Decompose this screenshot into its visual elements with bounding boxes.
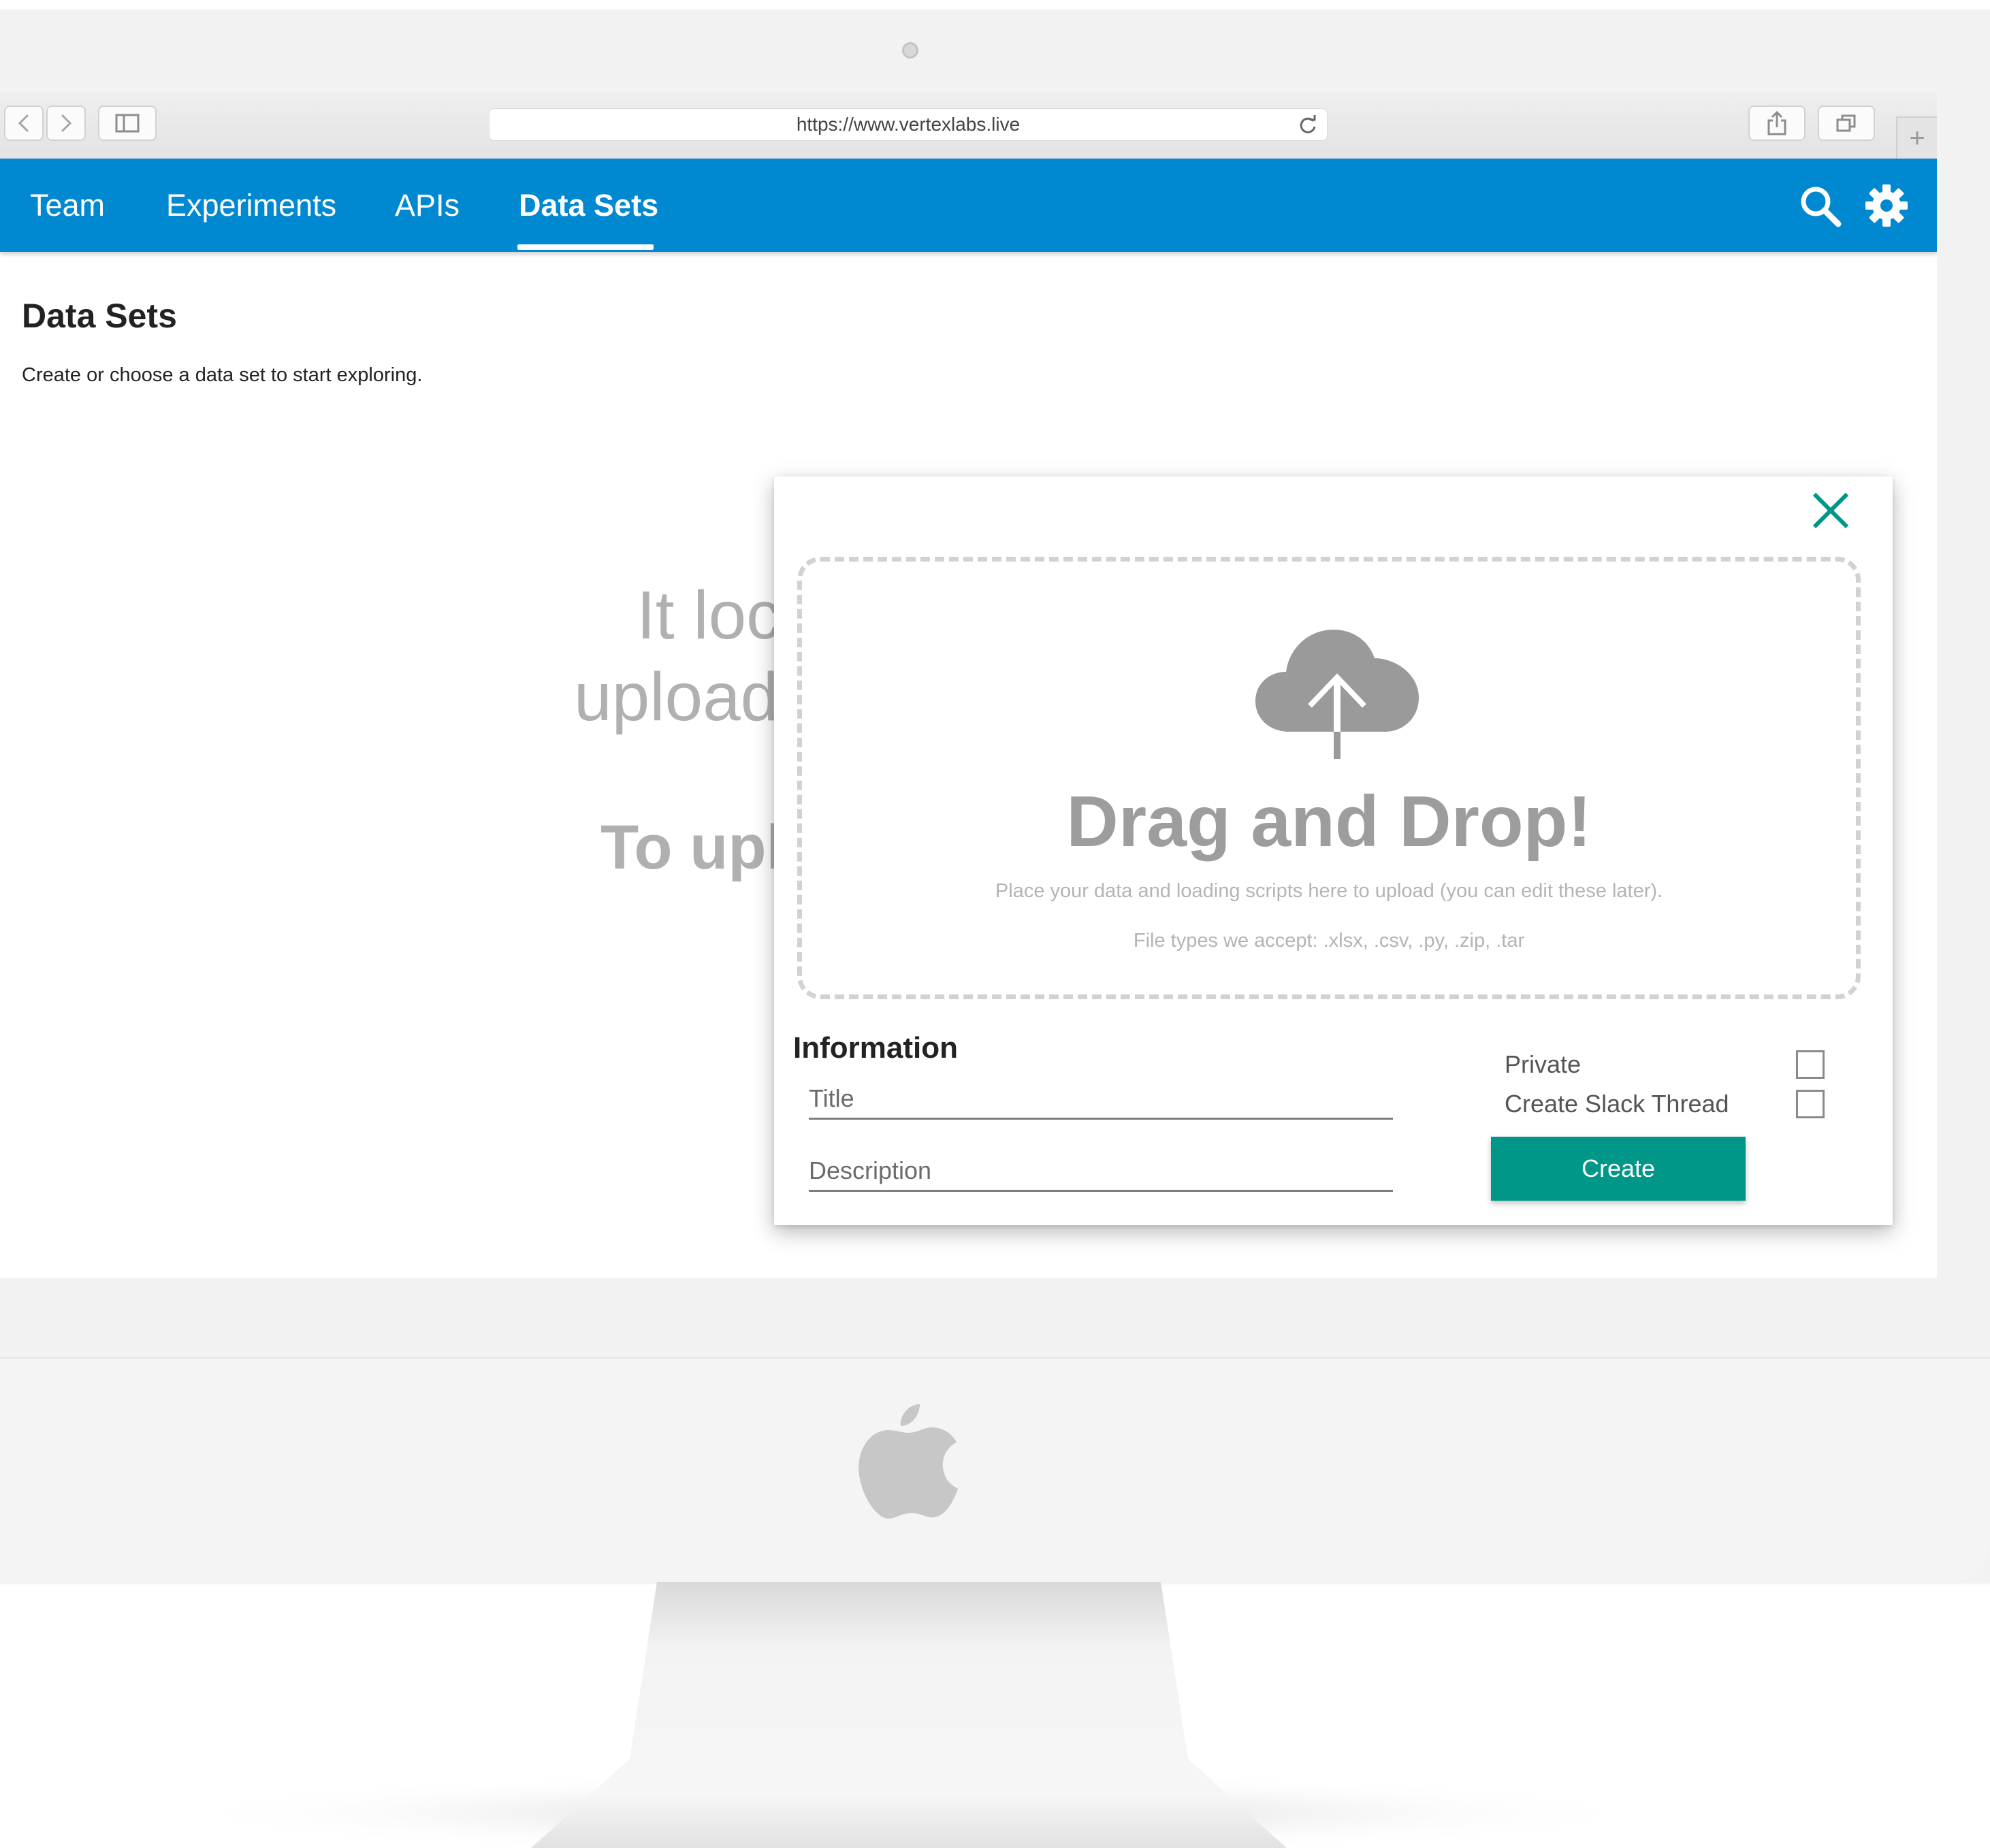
private-checkbox[interactable] xyxy=(1796,1050,1825,1079)
forward-button[interactable] xyxy=(46,106,86,141)
back-icon xyxy=(18,114,29,133)
dropzone-heading: Drag and Drop! xyxy=(1066,781,1592,862)
create-button[interactable]: Create xyxy=(1491,1137,1746,1201)
description-field[interactable] xyxy=(809,1151,1393,1192)
dropzone-file-types: File types we accept: .xlsx, .csv, .py, … xyxy=(1133,930,1525,952)
tabs-icon xyxy=(1836,114,1856,132)
monitor-chin xyxy=(0,1359,1990,1583)
active-tab-indicator xyxy=(517,244,654,250)
tab-apis[interactable]: APIs xyxy=(395,159,460,252)
url-bar[interactable]: https://www.vertexlabs.live xyxy=(489,108,1328,141)
tab-data-sets[interactable]: Data Sets xyxy=(519,159,658,252)
search-icon[interactable] xyxy=(1799,184,1842,228)
camera xyxy=(902,42,918,59)
file-dropzone[interactable]: Drag and Drop! Place your data and loadi… xyxy=(797,557,1861,999)
app-navbar: Team Experiments APIs Data Sets xyxy=(0,159,1937,252)
gear-icon[interactable] xyxy=(1864,183,1909,228)
sidebar-icon xyxy=(115,114,140,133)
sidebar-button[interactable] xyxy=(98,106,157,141)
back-button[interactable] xyxy=(4,106,44,141)
information-heading: Information xyxy=(793,1031,958,1065)
browser-toolbar: https://www.vertexlabs.live + xyxy=(0,92,1937,160)
apple-logo xyxy=(858,1404,958,1519)
page-title: Data Sets xyxy=(22,297,177,335)
slack-thread-checkbox[interactable] xyxy=(1796,1090,1825,1118)
cloud-upload-icon xyxy=(1255,630,1419,759)
dropzone-hint: Place your data and loading scripts here… xyxy=(995,880,1663,902)
title-field[interactable] xyxy=(809,1079,1393,1120)
share-button[interactable] xyxy=(1748,106,1806,141)
monitor-stand xyxy=(163,1582,1661,1848)
forward-icon xyxy=(61,114,72,133)
close-icon[interactable] xyxy=(1809,489,1852,532)
empty-state-line: To upl xyxy=(600,813,784,882)
reload-icon[interactable] xyxy=(1297,114,1319,136)
empty-state-line: upload xyxy=(574,659,779,735)
slack-thread-label: Create Slack Thread xyxy=(1505,1090,1729,1118)
tab-team[interactable]: Team xyxy=(30,159,105,252)
url-text: https://www.vertexlabs.live xyxy=(796,114,1021,135)
page-subtitle: Create or choose a data set to start exp… xyxy=(22,364,423,386)
tab-experiments[interactable]: Experiments xyxy=(166,159,336,252)
private-label: Private xyxy=(1505,1050,1582,1078)
new-tab-button[interactable]: + xyxy=(1896,116,1937,159)
tabs-button[interactable] xyxy=(1818,106,1875,141)
share-icon xyxy=(1767,111,1786,135)
empty-state-line: It loc xyxy=(637,577,781,653)
